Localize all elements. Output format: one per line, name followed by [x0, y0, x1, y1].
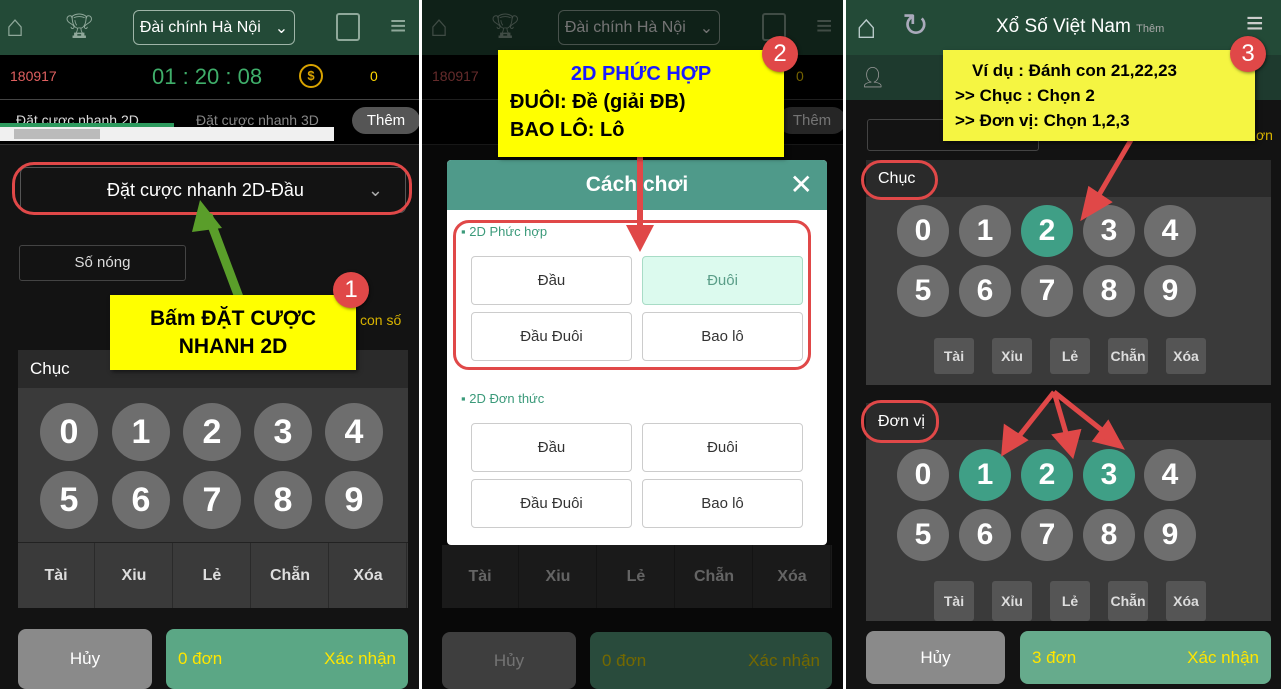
step-badge: 2 [762, 36, 798, 72]
callout-step-3: Ví dụ : Đánh con 21,22,23 >> Chục : Chọn… [943, 50, 1255, 141]
callout-title: 2D PHỨC HỢP [570, 63, 712, 85]
callout-text: Ví dụ : Đánh con 21,22,23 [972, 61, 1178, 80]
callout-text: >> Đơn vị: Chọn 1,2,3 [955, 111, 1130, 130]
step-badge: 1 [333, 272, 369, 308]
callout-text: ĐUÔI: Đề (giải ĐB) [510, 91, 686, 113]
callout-text: >> Chục : Chọn 2 [955, 86, 1095, 105]
callout-text: Bấm ĐẶT CƯỢC [149, 307, 316, 330]
callout-step-1: Bấm ĐẶT CƯỢC NHANH 2D [110, 295, 356, 370]
screen-step-3: ⌂ ↻ Xổ Số Việt Nam Thêm ≡ 👤︎ Số ơn Chục … [846, 0, 1281, 689]
screen-step-2: ⌂ 🏆︎ Đài chính Hà Nội⌄ ≡ 1809170 Thêm Tà… [422, 0, 843, 689]
callout-text: NHANH 2D [178, 335, 288, 358]
callout-text: BAO LÔ: Lô [510, 119, 625, 141]
step-badge: 3 [1230, 36, 1266, 72]
screen-step-1: ⌂ 🏆︎ Đài chính Hà Nội ⌄ ≡ 180917 01 : 20 … [0, 0, 419, 689]
callout-step-2: 2D PHỨC HỢP ĐUÔI: Đề (giải ĐB) BAO LÔ: L… [498, 50, 784, 157]
